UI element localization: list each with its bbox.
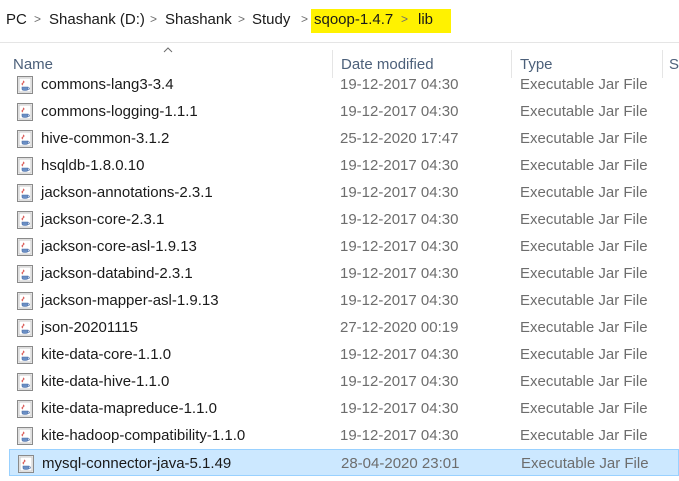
file-name[interactable]: jackson-mapper-asl-1.9.13 [41, 292, 219, 309]
file-type: Executable Jar File [520, 373, 648, 390]
file-date-modified: 19-12-2017 04:30 [340, 346, 459, 363]
jar-file-icon [17, 265, 33, 283]
breadcrumb-item-study[interactable]: Study [252, 11, 290, 28]
breadcrumb-item-pc[interactable]: PC [6, 11, 27, 28]
file-row[interactable]: mysql-connector-java-5.1.49 28-04-2020 23… [9, 449, 679, 476]
file-name[interactable]: jackson-annotations-2.3.1 [41, 184, 213, 201]
file-name[interactable]: json-20201115 [41, 319, 138, 336]
chevron-right-icon[interactable]: > [238, 12, 245, 26]
jar-file-icon [17, 184, 33, 202]
file-row[interactable]: kite-data-core-1.1.0 19-12-2017 04:30 Exec… [9, 341, 679, 368]
chevron-right-icon[interactable]: > [401, 12, 408, 26]
file-row[interactable]: hive-common-3.1.2 25-12-2020 17:47 Executa… [9, 125, 679, 152]
file-name[interactable]: kite-hadoop-compatibility-1.1.0 [41, 427, 245, 444]
jar-file-icon [17, 157, 33, 175]
file-date-modified: 19-12-2017 04:30 [340, 157, 459, 174]
jar-file-icon [17, 76, 33, 94]
file-type: Executable Jar File [520, 211, 648, 228]
file-type: Executable Jar File [520, 427, 648, 444]
file-type: Executable Jar File [520, 76, 648, 93]
chevron-right-icon[interactable]: > [150, 12, 157, 26]
file-row[interactable]: jackson-core-asl-1.9.13 19-12-2017 04:30 E… [9, 233, 679, 260]
file-type: Executable Jar File [520, 157, 648, 174]
file-date-modified: 19-12-2017 04:30 [340, 292, 459, 309]
file-type: Executable Jar File [520, 292, 648, 309]
file-row[interactable]: commons-lang3-3.4 19-12-2017 04:30 Executa… [9, 71, 679, 98]
file-date-modified: 19-12-2017 04:30 [340, 238, 459, 255]
file-row[interactable]: jackson-annotations-2.3.1 19-12-2017 04:3… [9, 179, 679, 206]
file-type: Executable Jar File [520, 184, 648, 201]
jar-file-icon [17, 238, 33, 256]
jar-file-icon [17, 427, 33, 445]
breadcrumb-item-shashank[interactable]: Shashank [165, 11, 232, 28]
file-name[interactable]: mysql-connector-java-5.1.49 [42, 455, 231, 472]
file-date-modified: 19-12-2017 04:30 [340, 265, 459, 282]
file-row[interactable]: jackson-mapper-asl-1.9.13 19-12-2017 04:3… [9, 287, 679, 314]
file-type: Executable Jar File [520, 130, 648, 147]
file-row[interactable]: jackson-core-2.3.1 19-12-2017 04:30 Execut… [9, 206, 679, 233]
file-date-modified: 19-12-2017 04:30 [340, 427, 459, 444]
file-name[interactable]: jackson-core-2.3.1 [41, 211, 164, 228]
jar-file-icon [17, 292, 33, 310]
chevron-right-icon[interactable]: > [34, 12, 41, 26]
jar-file-icon [17, 346, 33, 364]
jar-file-icon [17, 103, 33, 121]
file-row[interactable]: hsqldb-1.8.0.10 19-12-2017 04:30 Executabl… [9, 152, 679, 179]
file-row[interactable]: kite-data-hive-1.1.0 19-12-2017 04:30 Exec… [9, 368, 679, 395]
file-row[interactable]: json-20201115 27-12-2020 00:19 Executable … [9, 314, 679, 341]
breadcrumb-item-lib[interactable]: lib [418, 11, 433, 28]
file-name[interactable]: commons-logging-1.1.1 [41, 103, 198, 120]
file-row[interactable]: jackson-databind-2.3.1 19-12-2017 04:30 Ex… [9, 260, 679, 287]
file-name[interactable]: hsqldb-1.8.0.10 [41, 157, 144, 174]
file-name[interactable]: jackson-core-asl-1.9.13 [41, 238, 197, 255]
file-row[interactable]: kite-data-mapreduce-1.1.0 19-12-2017 04:3… [9, 395, 679, 422]
file-name[interactable]: hive-common-3.1.2 [41, 130, 169, 147]
file-name[interactable]: kite-data-mapreduce-1.1.0 [41, 400, 217, 417]
breadcrumb-item-drive[interactable]: Shashank (D:) [49, 11, 145, 28]
jar-file-icon [17, 400, 33, 418]
file-date-modified: 27-12-2020 00:19 [340, 319, 459, 336]
breadcrumb: PC > Shashank (D:) > Shashank > Study > … [0, 0, 679, 43]
chevron-right-icon[interactable]: > [301, 12, 308, 26]
file-name[interactable]: kite-data-hive-1.1.0 [41, 373, 169, 390]
file-date-modified: 19-12-2017 04:30 [340, 184, 459, 201]
jar-file-icon [17, 373, 33, 391]
file-date-modified: 28-04-2020 23:01 [341, 455, 460, 472]
file-date-modified: 19-12-2017 04:30 [340, 211, 459, 228]
jar-file-icon [17, 211, 33, 229]
file-type: Executable Jar File [520, 238, 648, 255]
file-date-modified: 25-12-2020 17:47 [340, 130, 459, 147]
file-name[interactable]: jackson-databind-2.3.1 [41, 265, 193, 282]
file-type: Executable Jar File [520, 400, 648, 417]
jar-file-icon [18, 455, 34, 473]
file-type: Executable Jar File [520, 265, 648, 282]
file-type: Executable Jar File [520, 319, 648, 336]
breadcrumb-item-sqoop[interactable]: sqoop-1.4.7 [314, 11, 393, 28]
file-name[interactable]: kite-data-core-1.1.0 [41, 346, 171, 363]
file-type: Executable Jar File [521, 455, 649, 472]
file-row[interactable]: commons-logging-1.1.1 19-12-2017 04:30 Exe… [9, 98, 679, 125]
file-date-modified: 19-12-2017 04:30 [340, 76, 459, 93]
file-date-modified: 19-12-2017 04:30 [340, 400, 459, 417]
file-date-modified: 19-12-2017 04:30 [340, 373, 459, 390]
file-list: commons-lang3-3.4 19-12-2017 04:30 Executa… [0, 70, 679, 481]
file-type: Executable Jar File [520, 103, 648, 120]
file-name[interactable]: commons-lang3-3.4 [41, 76, 174, 93]
file-row[interactable]: kite-hadoop-compatibility-1.1.0 19-12-201… [9, 422, 679, 449]
file-type: Executable Jar File [520, 346, 648, 363]
file-date-modified: 19-12-2017 04:30 [340, 103, 459, 120]
jar-file-icon [17, 130, 33, 148]
jar-file-icon [17, 319, 33, 337]
